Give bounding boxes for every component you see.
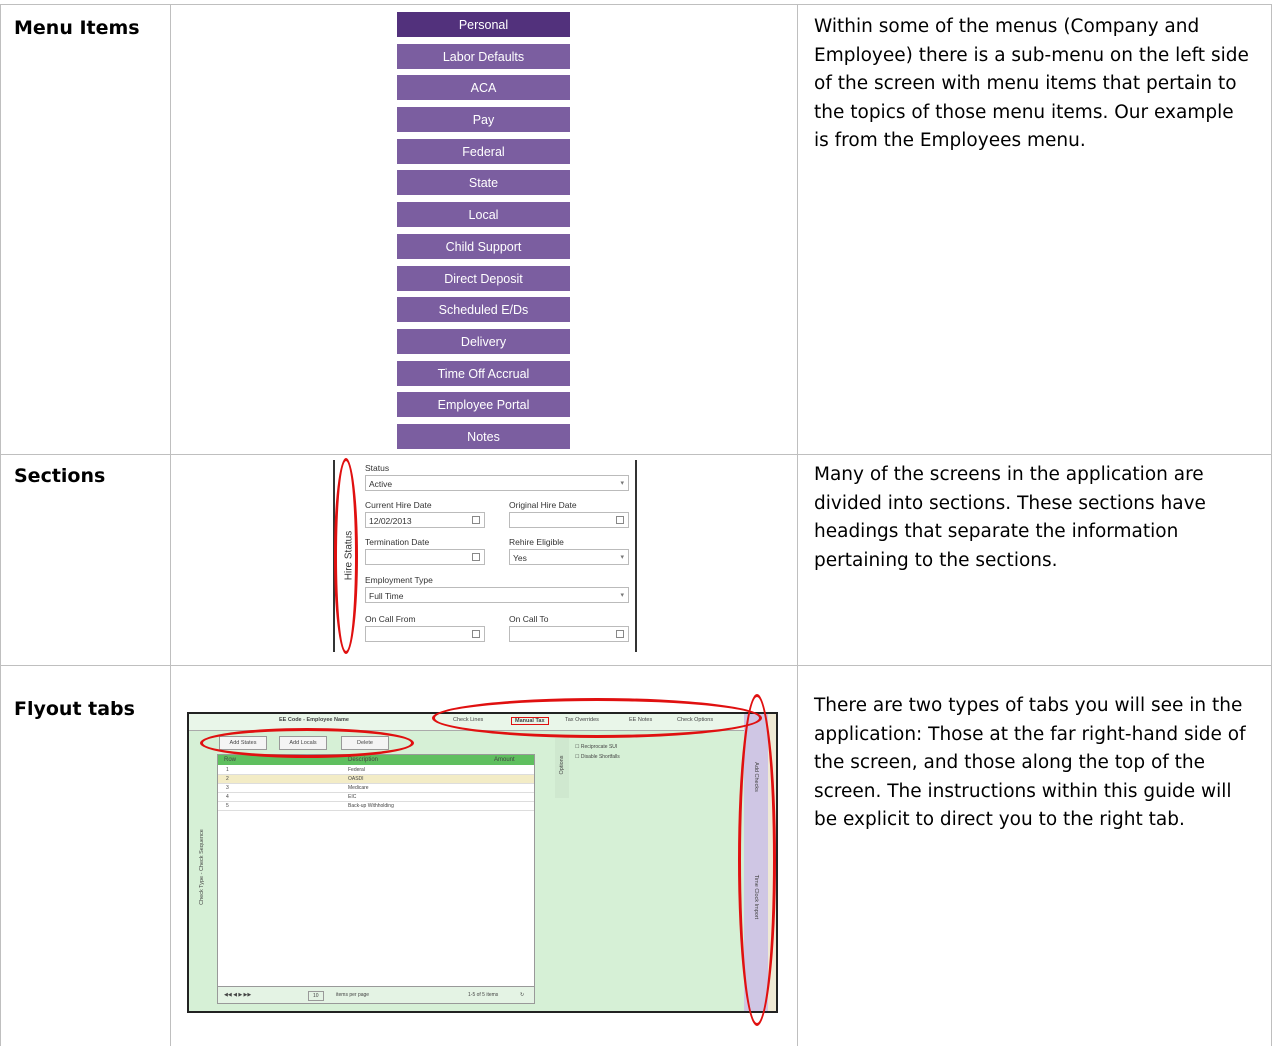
on-call-from-field[interactable] — [365, 626, 485, 642]
menu-item-child-support[interactable]: Child Support — [397, 233, 570, 259]
highlight-oval — [432, 698, 762, 738]
calendar-icon[interactable] — [472, 630, 480, 638]
refresh-icon[interactable]: ↻ — [520, 987, 524, 1003]
sections-example: Hire Status Status Active ▾ Current Hire … — [333, 460, 637, 652]
calendar-icon[interactable] — [616, 516, 624, 524]
calendar-icon[interactable] — [472, 553, 480, 561]
page-size-select[interactable]: 10 — [308, 991, 324, 1001]
option-reciprocate-sui[interactable]: ☐ Reciprocate SUI — [575, 744, 617, 750]
row-number: 2 — [226, 776, 229, 782]
table-row[interactable]: 2 OASDI — [218, 775, 534, 784]
col-divider — [797, 4, 798, 1046]
current-hire-value: 12/02/2013 — [369, 516, 412, 526]
row-description: EIC — [348, 794, 357, 800]
submenu-example: Personal Labor Defaults ACA Pay Federal … — [397, 12, 570, 456]
menu-item-employee-portal[interactable]: Employee Portal — [397, 392, 570, 418]
row-label-flyout-tabs: Flyout tabs — [14, 698, 135, 720]
row-description: Medicare — [348, 785, 369, 791]
menu-item-direct-deposit[interactable]: Direct Deposit — [397, 265, 570, 291]
row-description-menu-items: Within some of the menus (Company and Em… — [814, 16, 1249, 151]
employment-type-select[interactable]: Full Time ▾ — [365, 587, 629, 603]
row-number: 1 — [226, 767, 229, 773]
row-description: Federal — [348, 767, 365, 773]
table-row[interactable]: 4 EIC — [218, 793, 534, 802]
status-select[interactable]: Active ▾ — [365, 475, 629, 491]
row-description: Back-up Withholding — [348, 803, 394, 809]
row-number: 4 — [226, 794, 229, 800]
row-label-menu-items: Menu Items — [14, 17, 140, 39]
table-pager: ◀◀ ◀ ▶ ▶▶ 10 items per page 1-5 of 5 ite… — [217, 986, 535, 1004]
termination-date-field[interactable] — [365, 549, 485, 565]
row-number: 5 — [226, 803, 229, 809]
menu-item-pay[interactable]: Pay — [397, 107, 570, 133]
menu-item-delivery[interactable]: Delivery — [397, 328, 570, 354]
pager-label: items per page — [336, 992, 370, 998]
check-sequence-heading: Check Type - Check Sequence — [195, 774, 209, 974]
on-call-from-label: On Call From — [365, 614, 416, 624]
options-heading: Options — [555, 738, 569, 798]
menu-item-aca[interactable]: ACA — [397, 75, 570, 101]
employment-type-value: Full Time — [369, 591, 404, 601]
check-sequence-label: Check Type - Check Sequence — [199, 829, 205, 905]
col-divider — [0, 4, 1, 1046]
calendar-icon[interactable] — [472, 516, 480, 524]
status-value: Active — [369, 479, 393, 489]
pager-nav-icons[interactable]: ◀◀ ◀ ▶ ▶▶ — [224, 987, 251, 1003]
highlight-oval — [200, 728, 414, 758]
col-divider — [170, 4, 171, 1046]
chevron-down-icon: ▾ — [620, 480, 624, 487]
current-hire-date-field[interactable]: 12/02/2013 — [365, 512, 485, 528]
on-call-to-label: On Call To — [509, 614, 549, 624]
calendar-icon[interactable] — [616, 630, 624, 638]
original-hire-date-field[interactable] — [509, 512, 629, 528]
menu-item-labor-defaults[interactable]: Labor Defaults — [397, 43, 570, 69]
row-divider — [0, 665, 1272, 666]
current-hire-label: Current Hire Date — [365, 500, 432, 510]
table-border — [0, 4, 1272, 5]
employee-header: EE Code - Employee Name — [279, 717, 349, 723]
column-header-row: Row — [224, 757, 237, 763]
menu-item-notes[interactable]: Notes — [397, 423, 570, 449]
menu-item-time-off-accrual[interactable]: Time Off Accrual — [397, 360, 570, 386]
data-table: Row Description Amount 1 Federal 2 OASDI 3… — [217, 754, 535, 988]
row-description: OASDI — [348, 776, 364, 782]
options-label: Options — [559, 755, 565, 775]
on-call-to-field[interactable] — [509, 626, 629, 642]
highlight-oval — [738, 694, 776, 1026]
original-hire-label: Original Hire Date — [509, 500, 577, 510]
employment-type-label: Employment Type — [365, 575, 433, 585]
menu-item-scheduled-eds[interactable]: Scheduled E/Ds — [397, 297, 570, 323]
row-divider — [0, 454, 1272, 455]
rehire-label: Rehire Eligible — [509, 537, 564, 547]
chevron-down-icon: ▾ — [620, 554, 624, 561]
option-disable-shortfalls[interactable]: ☐ Disable Shortfalls — [575, 754, 620, 760]
menu-item-personal[interactable]: Personal — [397, 12, 570, 37]
pager-count: 1-5 of 5 items — [468, 992, 499, 998]
termination-label: Termination Date — [365, 537, 430, 547]
option-label: Disable Shortfalls — [580, 754, 620, 760]
menu-item-state[interactable]: State — [397, 170, 570, 196]
highlight-oval — [334, 458, 358, 654]
row-label-sections: Sections — [14, 465, 106, 487]
status-label: Status — [365, 463, 390, 473]
rehire-select[interactable]: Yes ▾ — [509, 549, 629, 565]
column-header-amount: Amount — [494, 757, 515, 763]
menu-item-local[interactable]: Local — [397, 202, 570, 228]
row-number: 3 — [226, 785, 229, 791]
chevron-down-icon: ▾ — [620, 592, 624, 599]
table-row[interactable]: 3 Medicare — [218, 784, 534, 793]
table-row[interactable]: 1 Federal — [218, 766, 534, 775]
row-description-flyout-tabs: There are two types of tabs you will see… — [814, 695, 1246, 830]
row-description-sections: Many of the screens in the application a… — [814, 464, 1206, 571]
menu-item-federal[interactable]: Federal — [397, 138, 570, 164]
table-row[interactable]: 5 Back-up Withholding — [218, 802, 534, 811]
column-header-description: Description — [348, 757, 379, 763]
rehire-value: Yes — [513, 553, 527, 563]
option-label: Reciprocate SUI — [580, 744, 618, 750]
